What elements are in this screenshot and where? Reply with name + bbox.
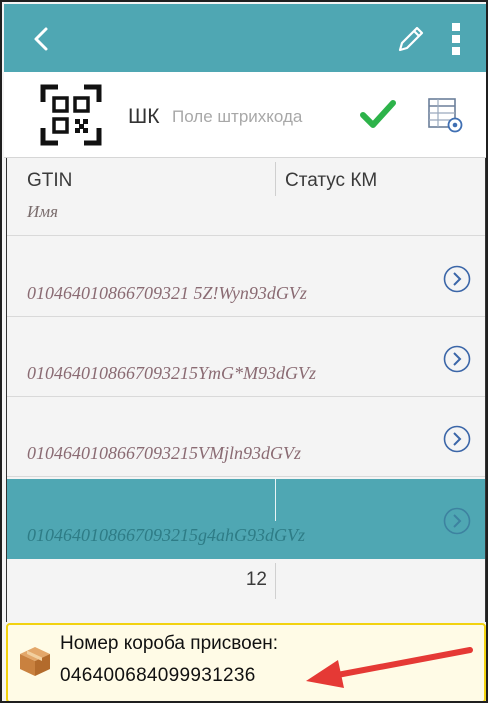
pencil-icon[interactable] <box>394 22 428 56</box>
table-row[interactable]: 010464010866709321 5Z!Wyn93dGVz <box>7 237 485 317</box>
row-code: 010464010866709321 5Z!Wyn93dGVz <box>27 283 307 303</box>
top-app-bar <box>4 4 486 72</box>
marks-table: GTIN Статус КМ Имя 010464010866709321 5Z… <box>6 158 486 622</box>
column-status: Статус КМ <box>285 170 378 191</box>
chevron-right-circle-icon[interactable] <box>443 425 471 453</box>
chevron-right-circle-icon[interactable] <box>443 345 471 373</box>
barcode-scan-row: ШК <box>4 72 486 158</box>
toast-title: Номер короба присвоен: <box>60 633 279 654</box>
column-divider <box>275 563 276 599</box>
qr-code-icon[interactable] <box>40 84 102 146</box>
column-divider <box>275 162 276 196</box>
table-header: GTIN Статус КМ Имя <box>7 158 485 236</box>
column-divider <box>275 479 276 521</box>
chevron-right-circle-icon[interactable] <box>443 265 471 293</box>
row-code: 0104640108667093215g4ahG93dGVz <box>27 525 305 545</box>
row-code: 0104640108667093215YmG*M93dGVz <box>27 363 317 383</box>
table-row-selected[interactable]: 0104640108667093215g4ahG93dGVz <box>7 479 485 559</box>
checkmark-icon[interactable] <box>360 98 396 130</box>
barcode-input[interactable] <box>172 107 342 127</box>
row-count: 12 <box>245 569 267 590</box>
box-number: 046400684099931236 <box>60 665 256 686</box>
row-code: 0104640108667093215VMjln93dGVz <box>27 443 301 463</box>
chevron-left-icon[interactable] <box>22 19 62 59</box>
annotation-arrow-icon <box>306 647 473 688</box>
column-gtin: GTIN <box>27 170 73 191</box>
table-footer: 12 <box>7 559 485 601</box>
more-vertical-icon[interactable] <box>444 20 468 58</box>
table-settings-icon[interactable] <box>426 96 464 134</box>
table-row[interactable]: 0104640108667093215YmG*M93dGVz <box>7 317 485 397</box>
barcode-label: ШК <box>128 105 160 128</box>
package-box-icon <box>20 647 50 676</box>
column-name: Имя <box>27 202 59 221</box>
table-row[interactable]: 0104640108667093215VMjln93dGVz <box>7 397 485 477</box>
chevron-right-circle-icon[interactable] <box>443 507 471 535</box>
app-frame: ШК GTIN Статус КМ Имя 010464010866709321… <box>0 0 488 703</box>
